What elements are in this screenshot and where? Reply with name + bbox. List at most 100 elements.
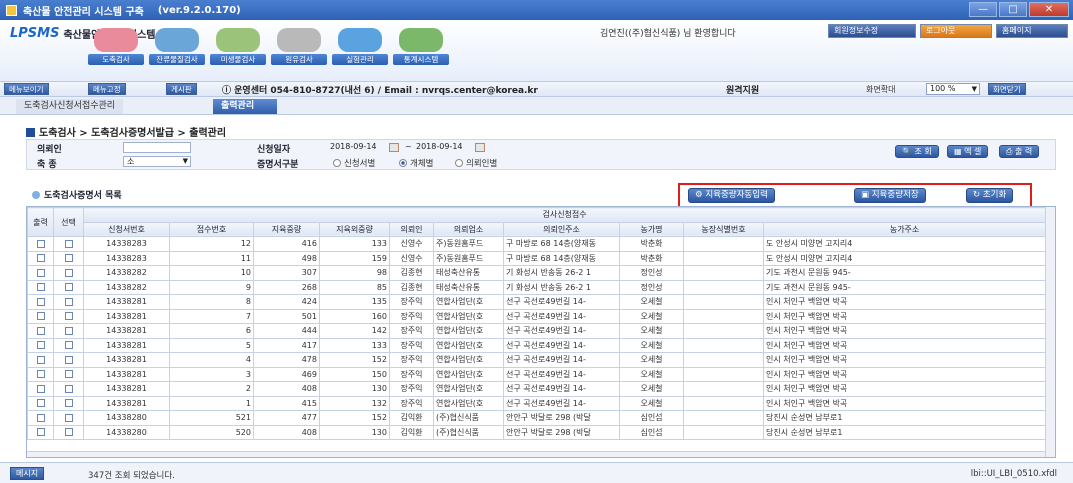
cell-other-weight[interactable]: 132 (319, 395, 390, 411)
select-checkbox[interactable] (64, 312, 73, 321)
cell-carcass-weight[interactable]: 444 (253, 323, 320, 339)
cell-other-weight[interactable]: 150 (319, 366, 390, 382)
menu-item[interactable]: 미생물검사 (210, 28, 266, 65)
cell-other-weight[interactable]: 130 (319, 381, 390, 397)
message-button[interactable]: 메시지 (10, 467, 45, 480)
cell-carcass-weight[interactable]: 469 (253, 366, 320, 382)
select-checkbox[interactable] (64, 254, 73, 263)
select-checkbox[interactable] (64, 239, 73, 248)
remote-support-link[interactable]: 원격지원 (726, 83, 759, 96)
cell-other-weight[interactable]: 152 (319, 410, 390, 426)
cell-carcass-weight[interactable]: 268 (253, 279, 320, 295)
tab-print-management[interactable]: 출력관리 (213, 99, 277, 114)
menu-show-button[interactable]: 메뉴보이기 (4, 83, 49, 95)
select-checkbox[interactable] (64, 413, 73, 422)
table-row[interactable]: 14338280 521 477 152 김익환 (주)협신식품 안안구 박달로 298 (… (27, 410, 1047, 426)
menu-item[interactable]: 원유검사 (271, 28, 327, 65)
cell-carcass-weight[interactable]: 408 (253, 424, 320, 440)
col-header-farm-name[interactable]: 농가명 (619, 221, 684, 237)
cell-carcass-weight[interactable]: 307 (253, 265, 320, 281)
print-checkbox[interactable] (36, 341, 45, 350)
cell-other-weight[interactable]: 159 (319, 250, 390, 266)
print-checkbox[interactable] (36, 254, 45, 263)
board-button[interactable]: 게시판 (166, 83, 197, 95)
date-to-input[interactable]: 2018-09-14 (413, 142, 473, 153)
col-header-farm-address[interactable]: 농가주소 (762, 221, 1047, 237)
reset-button[interactable]: ↻ 초기화 (966, 188, 1014, 203)
cell-carcass-weight[interactable]: 415 (253, 395, 320, 411)
table-row[interactable]: 14338281 4 478 152 장주익 연합사업단(호 선구 곡선로49번길 14- 오… (27, 352, 1047, 368)
col-header-app-no[interactable]: 신청서번호 (83, 221, 170, 237)
print-checkbox[interactable] (36, 355, 45, 364)
col-header-receipt-no[interactable]: 접수번호 (169, 221, 254, 237)
table-row[interactable]: 14338283 11 498 159 신영수 주)동원홈푸드 구 마방로 68 14층(양… (27, 250, 1047, 266)
table-row[interactable]: 14338283 12 416 133 신영수 주)동원홈푸드 구 마방로 68 14층(양… (27, 236, 1047, 252)
maximize-button[interactable]: □ (999, 2, 1027, 17)
select-checkbox[interactable] (64, 268, 73, 277)
select-checkbox[interactable] (64, 428, 73, 437)
print-button[interactable]: ⎙ 출 력 (999, 145, 1040, 158)
cell-other-weight[interactable]: 133 (319, 337, 390, 353)
cell-carcass-weight[interactable]: 498 (253, 250, 320, 266)
cell-other-weight[interactable]: 152 (319, 352, 390, 368)
select-checkbox[interactable] (64, 399, 73, 408)
select-checkbox[interactable] (64, 384, 73, 393)
table-row[interactable]: 14338281 1 415 132 장주익 연합사업단(호 선구 곡선로49번길 14- 오… (27, 395, 1047, 411)
auto-weight-input-button[interactable]: ⚙ 지육중량자동입력 (688, 188, 775, 203)
print-checkbox[interactable] (36, 283, 45, 292)
cell-other-weight[interactable]: 130 (319, 424, 390, 440)
col-header-business[interactable]: 의뢰업소 (433, 221, 504, 237)
species-select[interactable]: 소 ▼ (123, 156, 191, 167)
table-row[interactable]: 14338281 8 424 135 장주익 연합사업단(호 선구 곡선로49번길 14- 오… (27, 294, 1047, 310)
logout-button[interactable]: 로그아웃 (920, 24, 992, 38)
menu-item[interactable]: 잔류물질검사 (149, 28, 205, 65)
edit-profile-button[interactable]: 회원정보수정 (828, 24, 916, 38)
radio-by-application[interactable]: 신청서별 (333, 157, 375, 169)
print-checkbox[interactable] (36, 399, 45, 408)
col-header-carcass-weight[interactable]: 지육중량 (253, 221, 320, 237)
print-checkbox[interactable] (36, 268, 45, 277)
table-row[interactable]: 14338280 520 408 130 김익환 (주)협신식품 안안구 박달로 298 (… (27, 424, 1047, 440)
menu-item[interactable]: 도축검사 (88, 28, 144, 65)
radio-by-individual[interactable]: 개체별 (399, 157, 433, 169)
print-checkbox[interactable] (36, 312, 45, 321)
cell-carcass-weight[interactable]: 478 (253, 352, 320, 368)
calendar-icon[interactable] (389, 143, 399, 152)
calendar-icon[interactable] (475, 143, 485, 152)
date-from-input[interactable]: 2018-09-14 (327, 142, 387, 153)
cell-other-weight[interactable]: 85 (319, 279, 390, 295)
menu-item[interactable]: 실험관리 (332, 28, 388, 65)
cell-carcass-weight[interactable]: 417 (253, 337, 320, 353)
vertical-scrollbar[interactable] (1045, 207, 1055, 457)
print-checkbox[interactable] (36, 428, 45, 437)
cell-other-weight[interactable]: 142 (319, 323, 390, 339)
select-checkbox[interactable] (64, 341, 73, 350)
cell-carcass-weight[interactable]: 501 (253, 308, 320, 324)
menu-item[interactable]: 통계시스템 (393, 28, 449, 65)
requester-input[interactable] (123, 142, 191, 153)
table-row[interactable]: 14338282 9 268 85 김종현 태성축산유통 기 화성시 반송동 26-2 1정… (27, 279, 1047, 295)
table-row[interactable]: 14338281 6 444 142 장주익 연합사업단(호 선구 곡선로49번길 14- 오… (27, 323, 1047, 339)
print-checkbox[interactable] (36, 384, 45, 393)
col-header-other-weight[interactable]: 지육외중량 (319, 221, 390, 237)
radio-by-requester[interactable]: 의뢰인별 (455, 157, 497, 169)
horizontal-scrollbar[interactable] (27, 451, 1045, 457)
cell-carcass-weight[interactable]: 416 (253, 236, 320, 252)
col-header-select[interactable]: 선택 (53, 207, 84, 237)
select-checkbox[interactable] (64, 297, 73, 306)
excel-button[interactable]: ▦ 엑 셀 (947, 145, 989, 158)
cell-other-weight[interactable]: 135 (319, 294, 390, 310)
select-checkbox[interactable] (64, 355, 73, 364)
zoom-select[interactable]: 100 % ▼ (926, 83, 980, 95)
print-checkbox[interactable] (36, 413, 45, 422)
table-row[interactable]: 14338282 10 307 98 김종현 태성축산유통 기 화성시 반송동 26-2 1… (27, 265, 1047, 281)
select-checkbox[interactable] (64, 326, 73, 335)
cell-other-weight[interactable]: 133 (319, 236, 390, 252)
save-weight-button[interactable]: ▣ 지육중량저장 (854, 188, 926, 203)
print-checkbox[interactable] (36, 297, 45, 306)
print-checkbox[interactable] (36, 326, 45, 335)
select-checkbox[interactable] (64, 370, 73, 379)
search-button[interactable]: 🔍 조 회 (895, 145, 939, 158)
menu-fix-button[interactable]: 메뉴고정 (88, 83, 126, 95)
cell-carcass-weight[interactable]: 424 (253, 294, 320, 310)
